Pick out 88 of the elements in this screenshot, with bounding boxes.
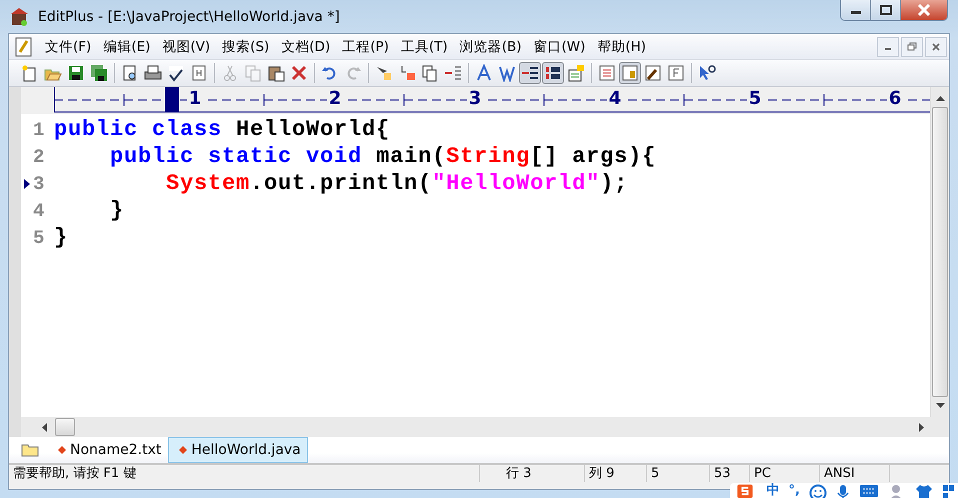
file-tab[interactable]: HelloWorld.java bbox=[168, 437, 308, 463]
duplicate-icon bbox=[421, 64, 439, 82]
window-title: EditPlus - [E:\JavaProject\HelloWorld.java *] bbox=[38, 8, 340, 24]
line-number: 3 bbox=[33, 172, 46, 194]
bold-icon bbox=[498, 64, 516, 82]
scroll-down-icon bbox=[936, 403, 944, 409]
vertical-scrollbar[interactable] bbox=[930, 87, 949, 417]
panel-icon bbox=[621, 64, 639, 82]
minimize-button[interactable] bbox=[877, 36, 899, 56]
close-icon bbox=[932, 42, 940, 50]
print-icon bbox=[144, 64, 162, 82]
line-indicator: 行 3 bbox=[479, 465, 584, 482]
line-number: 5 bbox=[33, 226, 46, 248]
ruler-number: 4 bbox=[608, 88, 622, 109]
diamond-icon bbox=[179, 446, 188, 454]
document-icon bbox=[15, 36, 33, 56]
ruler-number: 3 bbox=[468, 88, 482, 109]
punctuation-toggle[interactable]: °, bbox=[788, 483, 800, 498]
scroll-thumb[interactable] bbox=[55, 418, 75, 436]
encoding-indicator: ANSI bbox=[819, 465, 889, 482]
column-indicator: 列 9 bbox=[584, 465, 646, 482]
frame-icon bbox=[667, 64, 685, 82]
code-line: } bbox=[109, 198, 124, 223]
restore-button[interactable] bbox=[901, 36, 923, 56]
keyboard-icon[interactable] bbox=[859, 484, 879, 498]
maximize-button[interactable] bbox=[871, 0, 901, 20]
ruler-number: 6 bbox=[888, 88, 902, 109]
scroll-thumb[interactable] bbox=[932, 107, 948, 397]
code-line: System.out.println("HelloWorld"); bbox=[165, 171, 628, 196]
font-icon bbox=[475, 64, 493, 82]
file-tab[interactable]: Noname2.txt bbox=[47, 437, 168, 463]
menu-item[interactable]: 帮助(H) bbox=[591, 36, 652, 58]
status-field: 53 bbox=[709, 465, 749, 482]
toolbar-button[interactable] bbox=[88, 62, 110, 84]
menu-item[interactable]: 工程(P) bbox=[336, 36, 395, 58]
close-icon bbox=[917, 4, 931, 16]
close-button[interactable] bbox=[925, 36, 947, 56]
ruler-number: 2 bbox=[328, 88, 342, 109]
menu-item[interactable]: 编辑(E) bbox=[97, 36, 156, 58]
toolbar-button[interactable] bbox=[519, 62, 541, 84]
line-ending-indicator: PC bbox=[749, 465, 819, 482]
paste-icon bbox=[267, 64, 285, 82]
ruler-number: 5 bbox=[748, 88, 762, 109]
scroll-right-icon bbox=[919, 422, 925, 432]
restore-icon bbox=[907, 42, 917, 51]
menu-item[interactable]: 文件(F) bbox=[39, 36, 98, 58]
numbers-icon bbox=[544, 64, 562, 82]
copy-icon bbox=[244, 64, 262, 82]
menu-item[interactable]: 浏览器(B) bbox=[454, 36, 528, 58]
code-line: } bbox=[54, 225, 68, 250]
ruler-number: 1 bbox=[188, 88, 202, 109]
code-line: public class HelloWorld{ bbox=[54, 117, 390, 142]
folder-icon bbox=[21, 443, 39, 457]
scroll-up-icon bbox=[936, 95, 944, 101]
line-number: 1 bbox=[33, 118, 46, 140]
save-icon bbox=[67, 64, 85, 82]
line-number: 4 bbox=[33, 200, 46, 222]
maximize-icon bbox=[880, 5, 892, 15]
input-mode-toggle[interactable]: 中 bbox=[766, 483, 780, 498]
shirt-icon[interactable] bbox=[915, 484, 933, 498]
indent-icon bbox=[444, 64, 462, 82]
menu-item[interactable]: 视图(V) bbox=[156, 36, 216, 58]
toolbar-button[interactable] bbox=[619, 62, 641, 84]
menu-item[interactable]: 窗口(W) bbox=[527, 36, 592, 58]
delete-icon bbox=[290, 64, 308, 82]
scroll-left-icon bbox=[41, 422, 47, 432]
status-message: 需要帮助, 请按 F1 键 bbox=[12, 465, 138, 481]
spell-icon bbox=[167, 64, 185, 82]
horizontal-scrollbar[interactable] bbox=[9, 417, 949, 437]
menu-item[interactable]: 工具(T) bbox=[394, 36, 454, 58]
menu-item[interactable]: 搜索(S) bbox=[216, 36, 276, 58]
close-button[interactable] bbox=[901, 0, 947, 20]
cut-icon bbox=[221, 64, 239, 82]
save-all-icon bbox=[90, 64, 108, 82]
menu-item[interactable]: 文档(D) bbox=[275, 36, 336, 58]
line-number: 2 bbox=[33, 146, 46, 168]
wrap-icon bbox=[521, 64, 539, 82]
html-icon bbox=[190, 64, 208, 82]
microphone-icon[interactable] bbox=[836, 484, 850, 498]
toolbar-button[interactable] bbox=[542, 62, 564, 84]
status-field: 5 bbox=[646, 465, 709, 482]
diamond-icon bbox=[58, 446, 66, 454]
code-line: public static void main(String[] args){ bbox=[109, 144, 656, 169]
app-icon bbox=[10, 6, 30, 26]
grid-icon[interactable] bbox=[942, 484, 954, 498]
minimize-button[interactable] bbox=[841, 0, 871, 20]
smiley-icon[interactable] bbox=[809, 484, 827, 498]
list-icon bbox=[598, 64, 616, 82]
